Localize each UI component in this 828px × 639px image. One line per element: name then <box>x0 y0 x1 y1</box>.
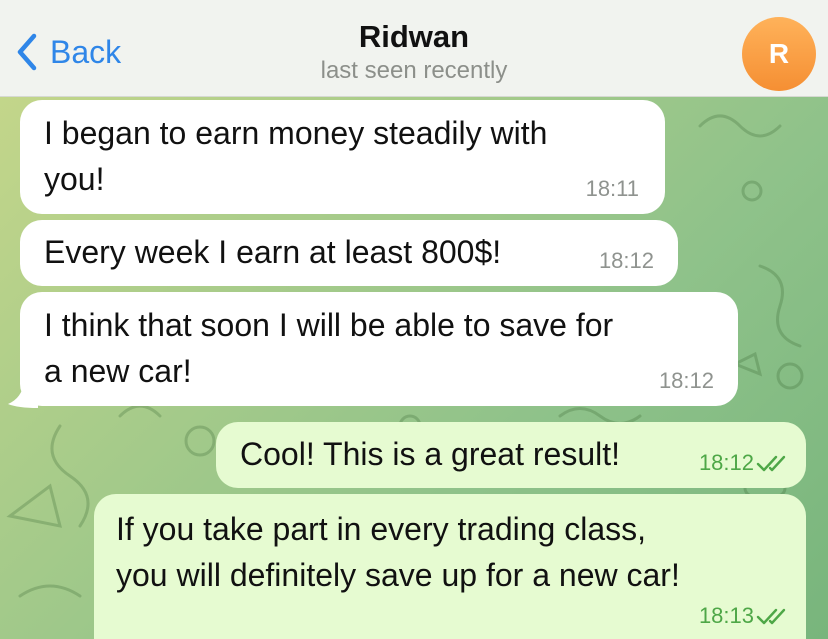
message-text-line: you! <box>44 161 105 197</box>
double-check-icon <box>756 608 786 625</box>
message-bubble-incoming[interactable]: Every week I earn at least 800$! 18:12 <box>20 220 678 286</box>
message-text-line: Cool! This is a great result! <box>240 436 621 472</box>
message-text-line: a new car! <box>44 353 192 389</box>
contact-name: Ridwan <box>358 19 470 54</box>
message-time: 18:12 <box>598 248 654 273</box>
message-text-line: you will definitely save up for a new ca… <box>116 557 680 593</box>
message-text-line: I began to earn money steadily with <box>44 115 548 151</box>
message-text-line: I think that soon I will be able to save… <box>44 307 614 343</box>
message-bubble-incoming[interactable]: I think that soon I will be able to save… <box>20 292 738 406</box>
back-label: Back <box>50 33 122 70</box>
message-text-line: Every week I earn at least 800$! <box>44 234 502 270</box>
message-time: 18:13 <box>698 603 754 628</box>
chat-header: Back Ridwan last seen recently R <box>0 0 828 97</box>
message-time-row: 18:12 <box>699 450 790 476</box>
contact-info[interactable]: Ridwan last seen recently <box>214 18 614 86</box>
message-time-row: 18:13 <box>699 603 790 629</box>
double-check-icon <box>756 455 786 472</box>
message-bubble-outgoing[interactable]: If you take part in every trading class,… <box>94 494 806 639</box>
message-time: 18:11 <box>585 176 639 201</box>
message-bubble-incoming[interactable]: I began to earn money steadily with you!… <box>20 100 665 214</box>
message-time: 18:12 <box>698 450 754 475</box>
avatar[interactable]: R <box>742 17 816 91</box>
back-button[interactable]: Back <box>14 30 121 74</box>
contact-status: last seen recently <box>320 57 508 84</box>
message-bubble-outgoing[interactable]: Cool! This is a great result! 18:12 <box>216 422 806 488</box>
message-text-line: If you take part in every trading class, <box>116 511 647 547</box>
message-time: 18:12 <box>658 368 714 393</box>
chevron-left-icon <box>17 33 37 71</box>
